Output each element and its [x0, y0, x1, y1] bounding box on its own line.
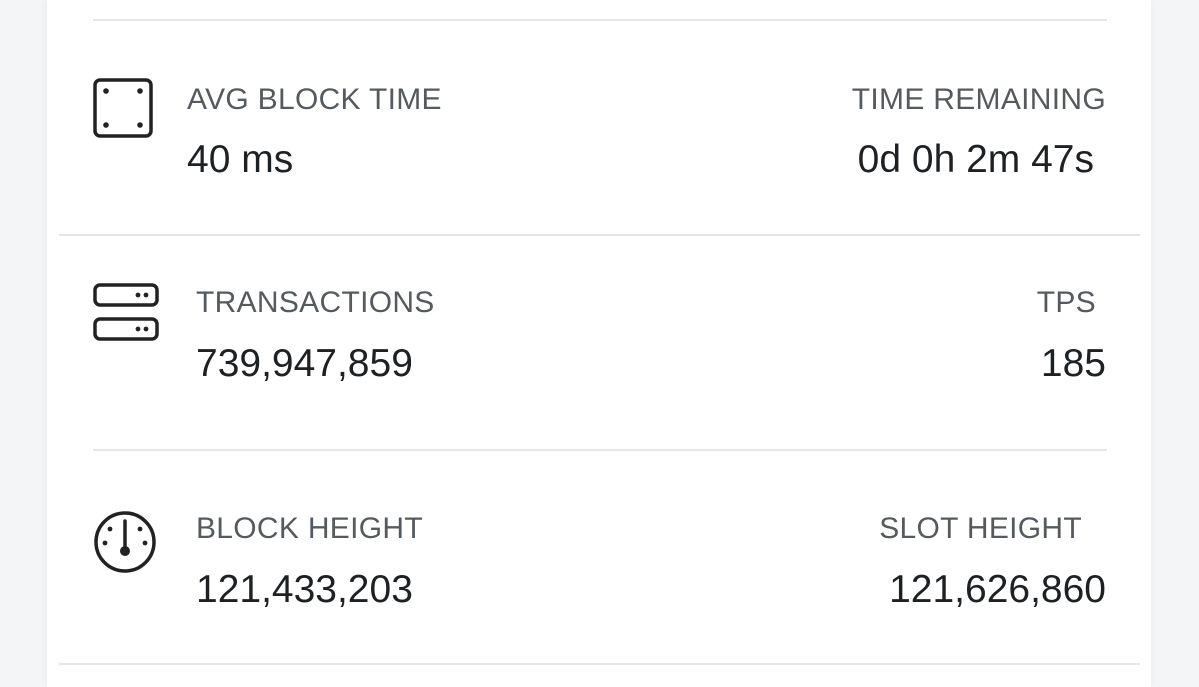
time-remaining-label: TIME REMAINING [851, 83, 1106, 116]
divider-1 [59, 234, 1140, 236]
square-dots-icon [93, 78, 153, 145]
tps-value: 185 [1040, 342, 1106, 385]
divider-2 [93, 449, 1107, 451]
server-icon [93, 282, 159, 349]
block-height-label: BLOCK HEIGHT [196, 512, 423, 545]
slot-height-label: SLOT HEIGHT [879, 512, 1082, 545]
avg-block-time-label: AVG BLOCK TIME [187, 83, 442, 116]
divider-3 [59, 663, 1140, 665]
slot-height-value: 121,626,860 [889, 568, 1106, 611]
divider-top [93, 19, 1107, 21]
transactions-value: 739,947,859 [196, 342, 413, 385]
tps-label: TPS [1036, 286, 1096, 319]
stats-card: AVG BLOCK TIME 40 ms TIME REMAINING 0d 0… [47, 0, 1151, 687]
transactions-label: TRANSACTIONS [196, 286, 435, 319]
avg-block-time-value: 40 ms [187, 138, 294, 181]
gauge-icon [93, 509, 157, 580]
block-height-value: 121,433,203 [196, 568, 413, 611]
time-remaining-value: 0d 0h 2m 47s [857, 138, 1094, 181]
